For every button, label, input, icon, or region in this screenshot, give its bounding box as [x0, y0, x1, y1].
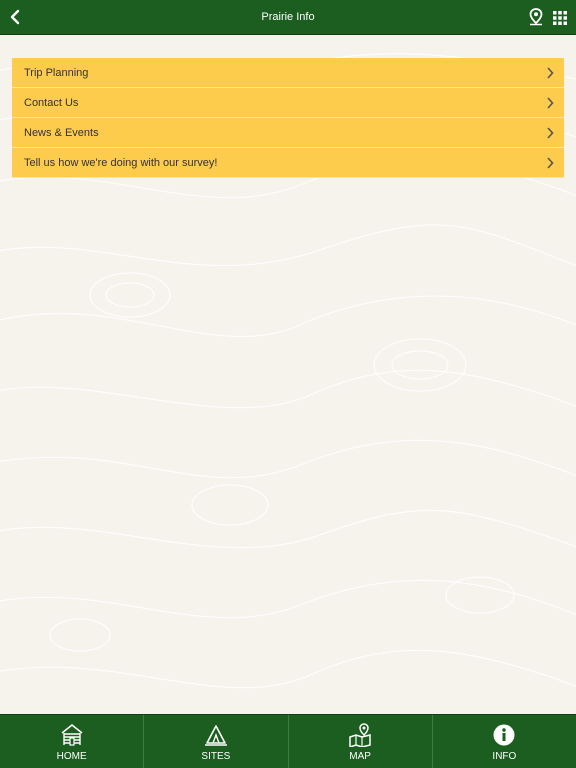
- menu-item-trip-planning[interactable]: Trip Planning: [12, 58, 564, 88]
- menu-item-label: News & Events: [24, 126, 99, 139]
- menu-item-label: Contact Us: [24, 96, 79, 109]
- map-icon: [347, 722, 373, 748]
- top-navigation-bar: Prairie Info: [0, 0, 576, 35]
- tab-label: HOME: [56, 751, 87, 762]
- chevron-right-icon: [544, 156, 556, 170]
- menu-item-news-events[interactable]: News & Events: [12, 118, 564, 148]
- tent-icon: [203, 722, 229, 748]
- page-title: Prairie Info: [261, 11, 315, 23]
- tab-label: INFO: [492, 751, 517, 762]
- menu-item-label: Tell us how we're doing with our survey!: [24, 156, 218, 169]
- chevron-right-icon: [544, 96, 556, 110]
- grid-menu-button[interactable]: [550, 8, 570, 28]
- tab-label: MAP: [349, 751, 371, 762]
- chevron-right-icon: [544, 66, 556, 80]
- menu-item-contact-us[interactable]: Contact Us: [12, 88, 564, 118]
- grid-menu-icon: [553, 11, 567, 25]
- tab-label: SITES: [201, 751, 231, 762]
- menu-item-label: Trip Planning: [24, 66, 89, 79]
- chevron-right-icon: [544, 126, 556, 140]
- menu-item-survey[interactable]: Tell us how we're doing with our survey!: [12, 148, 564, 178]
- bottom-tab-bar: HOME SITES MAP INFO: [0, 714, 576, 768]
- info-icon: [491, 722, 517, 748]
- map-pin-icon: [529, 8, 543, 26]
- tab-info[interactable]: INFO: [433, 715, 576, 768]
- location-button[interactable]: [526, 7, 546, 27]
- tab-sites[interactable]: SITES: [144, 715, 289, 768]
- info-menu-list: Trip Planning Contact Us News & Events T…: [12, 58, 564, 178]
- tab-map[interactable]: MAP: [289, 715, 433, 768]
- tab-home[interactable]: HOME: [0, 715, 145, 768]
- home-icon: [59, 722, 85, 748]
